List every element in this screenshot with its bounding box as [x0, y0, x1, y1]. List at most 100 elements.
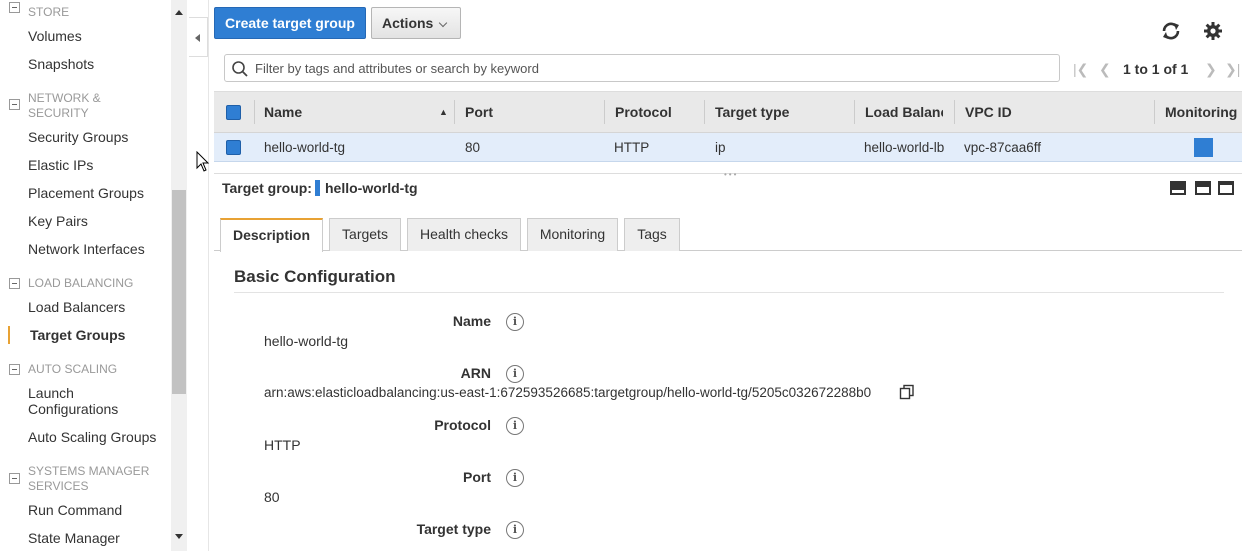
- column-header-port[interactable]: Port: [465, 92, 585, 132]
- info-icon[interactable]: i: [506, 521, 524, 539]
- refresh-icon[interactable]: [1160, 20, 1182, 42]
- color-marker: [315, 180, 320, 196]
- prev-page-icon[interactable]: ❮: [1099, 61, 1111, 78]
- create-target-group-button[interactable]: Create target group: [214, 7, 366, 39]
- cell-protocol: HTTP: [614, 140, 650, 155]
- sidebar: STORE Volumes Snapshots NETWORK & SECURI…: [0, 0, 171, 551]
- column-header-monitoring[interactable]: Monitoring: [1165, 92, 1242, 132]
- sidebar-item-elastic-ips[interactable]: Elastic IPs: [28, 157, 93, 173]
- layout-full-icon[interactable]: [1218, 181, 1234, 195]
- column-header-target-type[interactable]: Target type: [715, 92, 835, 132]
- chevron-down-icon: [438, 18, 448, 28]
- search-box[interactable]: [224, 54, 1060, 82]
- section-header: NETWORK & SECURITY: [28, 91, 101, 121]
- info-icon[interactable]: i: [506, 417, 524, 435]
- cell-target-type: ip: [715, 140, 726, 155]
- sidebar-item-network-interfaces[interactable]: Network Interfaces: [28, 241, 145, 257]
- last-page-icon[interactable]: ❯|: [1225, 61, 1240, 78]
- table-header: Name ▲ Port Protocol Target type Load Ba…: [214, 91, 1242, 133]
- sidebar-section-network[interactable]: NETWORK & SECURITY: [9, 91, 101, 121]
- tab-targets[interactable]: Targets: [329, 218, 401, 251]
- detail-title: hello-world-tg: [325, 180, 418, 196]
- sidebar-item-placement-groups[interactable]: Placement Groups: [28, 185, 144, 201]
- column-header-vpc-id[interactable]: VPC ID: [965, 92, 1135, 132]
- info-icon[interactable]: i: [506, 365, 524, 383]
- layout-split-icon[interactable]: [1195, 181, 1211, 195]
- field-label-arn: ARN: [460, 365, 491, 381]
- column-label: Name: [264, 104, 303, 120]
- sidebar-item-target-groups[interactable]: Target Groups: [30, 327, 125, 343]
- tab-monitoring[interactable]: Monitoring: [527, 218, 618, 251]
- row-checkbox[interactable]: [226, 140, 241, 155]
- column-divider: [954, 100, 955, 124]
- collapse-icon: [9, 278, 20, 289]
- field-value-protocol: HTTP: [264, 437, 301, 453]
- copy-icon[interactable]: [899, 384, 915, 400]
- search-icon: [232, 61, 248, 77]
- column-header-load-balancer[interactable]: Load Balanc: [865, 92, 943, 132]
- column-label: Protocol: [615, 104, 672, 120]
- monitoring-icon[interactable]: [1194, 138, 1213, 157]
- cell-port: 80: [465, 140, 481, 155]
- sidebar-item-volumes[interactable]: Volumes: [28, 28, 82, 44]
- scrollbar-thumb[interactable]: [172, 190, 186, 394]
- sidebar-section-store[interactable]: STORE: [9, 2, 69, 20]
- mouse-cursor-icon: [196, 151, 210, 172]
- section-header: LOAD BALANCING: [28, 276, 134, 290]
- next-page-icon[interactable]: ❯: [1205, 61, 1217, 78]
- app-root: STORE Volumes Snapshots NETWORK & SECURI…: [0, 0, 1242, 551]
- layout-bottom-icon[interactable]: [1170, 181, 1186, 195]
- item-label-line: Configurations: [28, 401, 119, 417]
- scroll-down-icon[interactable]: [175, 534, 183, 539]
- tab-description[interactable]: Description: [220, 218, 323, 252]
- sidebar-item-auto-scaling-groups[interactable]: Auto Scaling Groups: [28, 429, 156, 445]
- actions-dropdown[interactable]: Actions: [371, 7, 461, 39]
- pagination: |❮ ❮ 1 to 1 of 1 ❯ ❯|: [1070, 58, 1242, 80]
- sidebar-section-auto-scaling[interactable]: AUTO SCALING: [9, 362, 117, 377]
- section-title: Basic Configuration: [234, 267, 396, 286]
- collapse-icon: [9, 2, 20, 13]
- section-header-line: NETWORK &: [28, 91, 101, 105]
- search-input[interactable]: [255, 58, 1045, 78]
- gear-icon[interactable]: [1203, 21, 1223, 41]
- sidebar-item-state-manager[interactable]: State Manager: [28, 530, 120, 546]
- column-divider: [254, 100, 255, 124]
- sort-ascending-icon[interactable]: ▲: [439, 92, 448, 132]
- info-icon[interactable]: i: [506, 469, 524, 487]
- scroll-up-icon[interactable]: [175, 10, 183, 15]
- sidebar-item-run-command[interactable]: Run Command: [28, 502, 122, 518]
- sidebar-item-key-pairs[interactable]: Key Pairs: [28, 213, 88, 229]
- sidebar-item-security-groups[interactable]: Security Groups: [28, 129, 128, 145]
- sidebar-item-load-balancers[interactable]: Load Balancers: [28, 299, 125, 315]
- tab-health-checks[interactable]: Health checks: [407, 218, 521, 251]
- table-row[interactable]: hello-world-tg 80 HTTP ip hello-world-lb…: [214, 133, 1242, 162]
- tab-tags[interactable]: Tags: [624, 218, 680, 251]
- column-label: Monitoring: [1165, 104, 1238, 120]
- column-header-protocol[interactable]: Protocol: [615, 92, 695, 132]
- column-divider: [454, 100, 455, 124]
- sidebar-collapse-button[interactable]: [189, 17, 208, 57]
- first-page-icon[interactable]: |❮: [1073, 61, 1088, 78]
- column-header-name[interactable]: Name: [264, 92, 454, 132]
- info-icon[interactable]: i: [506, 313, 524, 331]
- cell-load-balancer[interactable]: hello-world-lb: [864, 133, 944, 162]
- collapse-icon: [9, 99, 20, 110]
- sidebar-scrollbar[interactable]: [171, 0, 187, 551]
- sidebar-item-snapshots[interactable]: Snapshots: [28, 56, 94, 72]
- active-indicator: [8, 326, 10, 344]
- field-value-port: 80: [264, 489, 280, 505]
- section-header-line: SECURITY: [28, 106, 89, 120]
- page-count: 1 to 1 of 1: [1123, 61, 1189, 77]
- column-divider: [604, 100, 605, 124]
- select-all-checkbox[interactable]: [226, 105, 241, 120]
- sidebar-section-load-balancing[interactable]: LOAD BALANCING: [9, 276, 133, 291]
- column-divider: [1154, 100, 1155, 124]
- field-value-name: hello-world-tg: [264, 333, 349, 349]
- column-label: Target type: [715, 104, 790, 120]
- cell-vpc-id: vpc-87caa6ff: [964, 140, 1042, 155]
- sidebar-section-systems-manager[interactable]: SYSTEMS MANAGER SERVICES: [9, 464, 149, 494]
- divider: [234, 292, 1224, 293]
- drag-handle-icon[interactable]: •••: [724, 170, 738, 179]
- section-header-line: SYSTEMS MANAGER: [28, 464, 150, 478]
- sidebar-item-launch-configurations[interactable]: Launch Configurations: [28, 385, 118, 417]
